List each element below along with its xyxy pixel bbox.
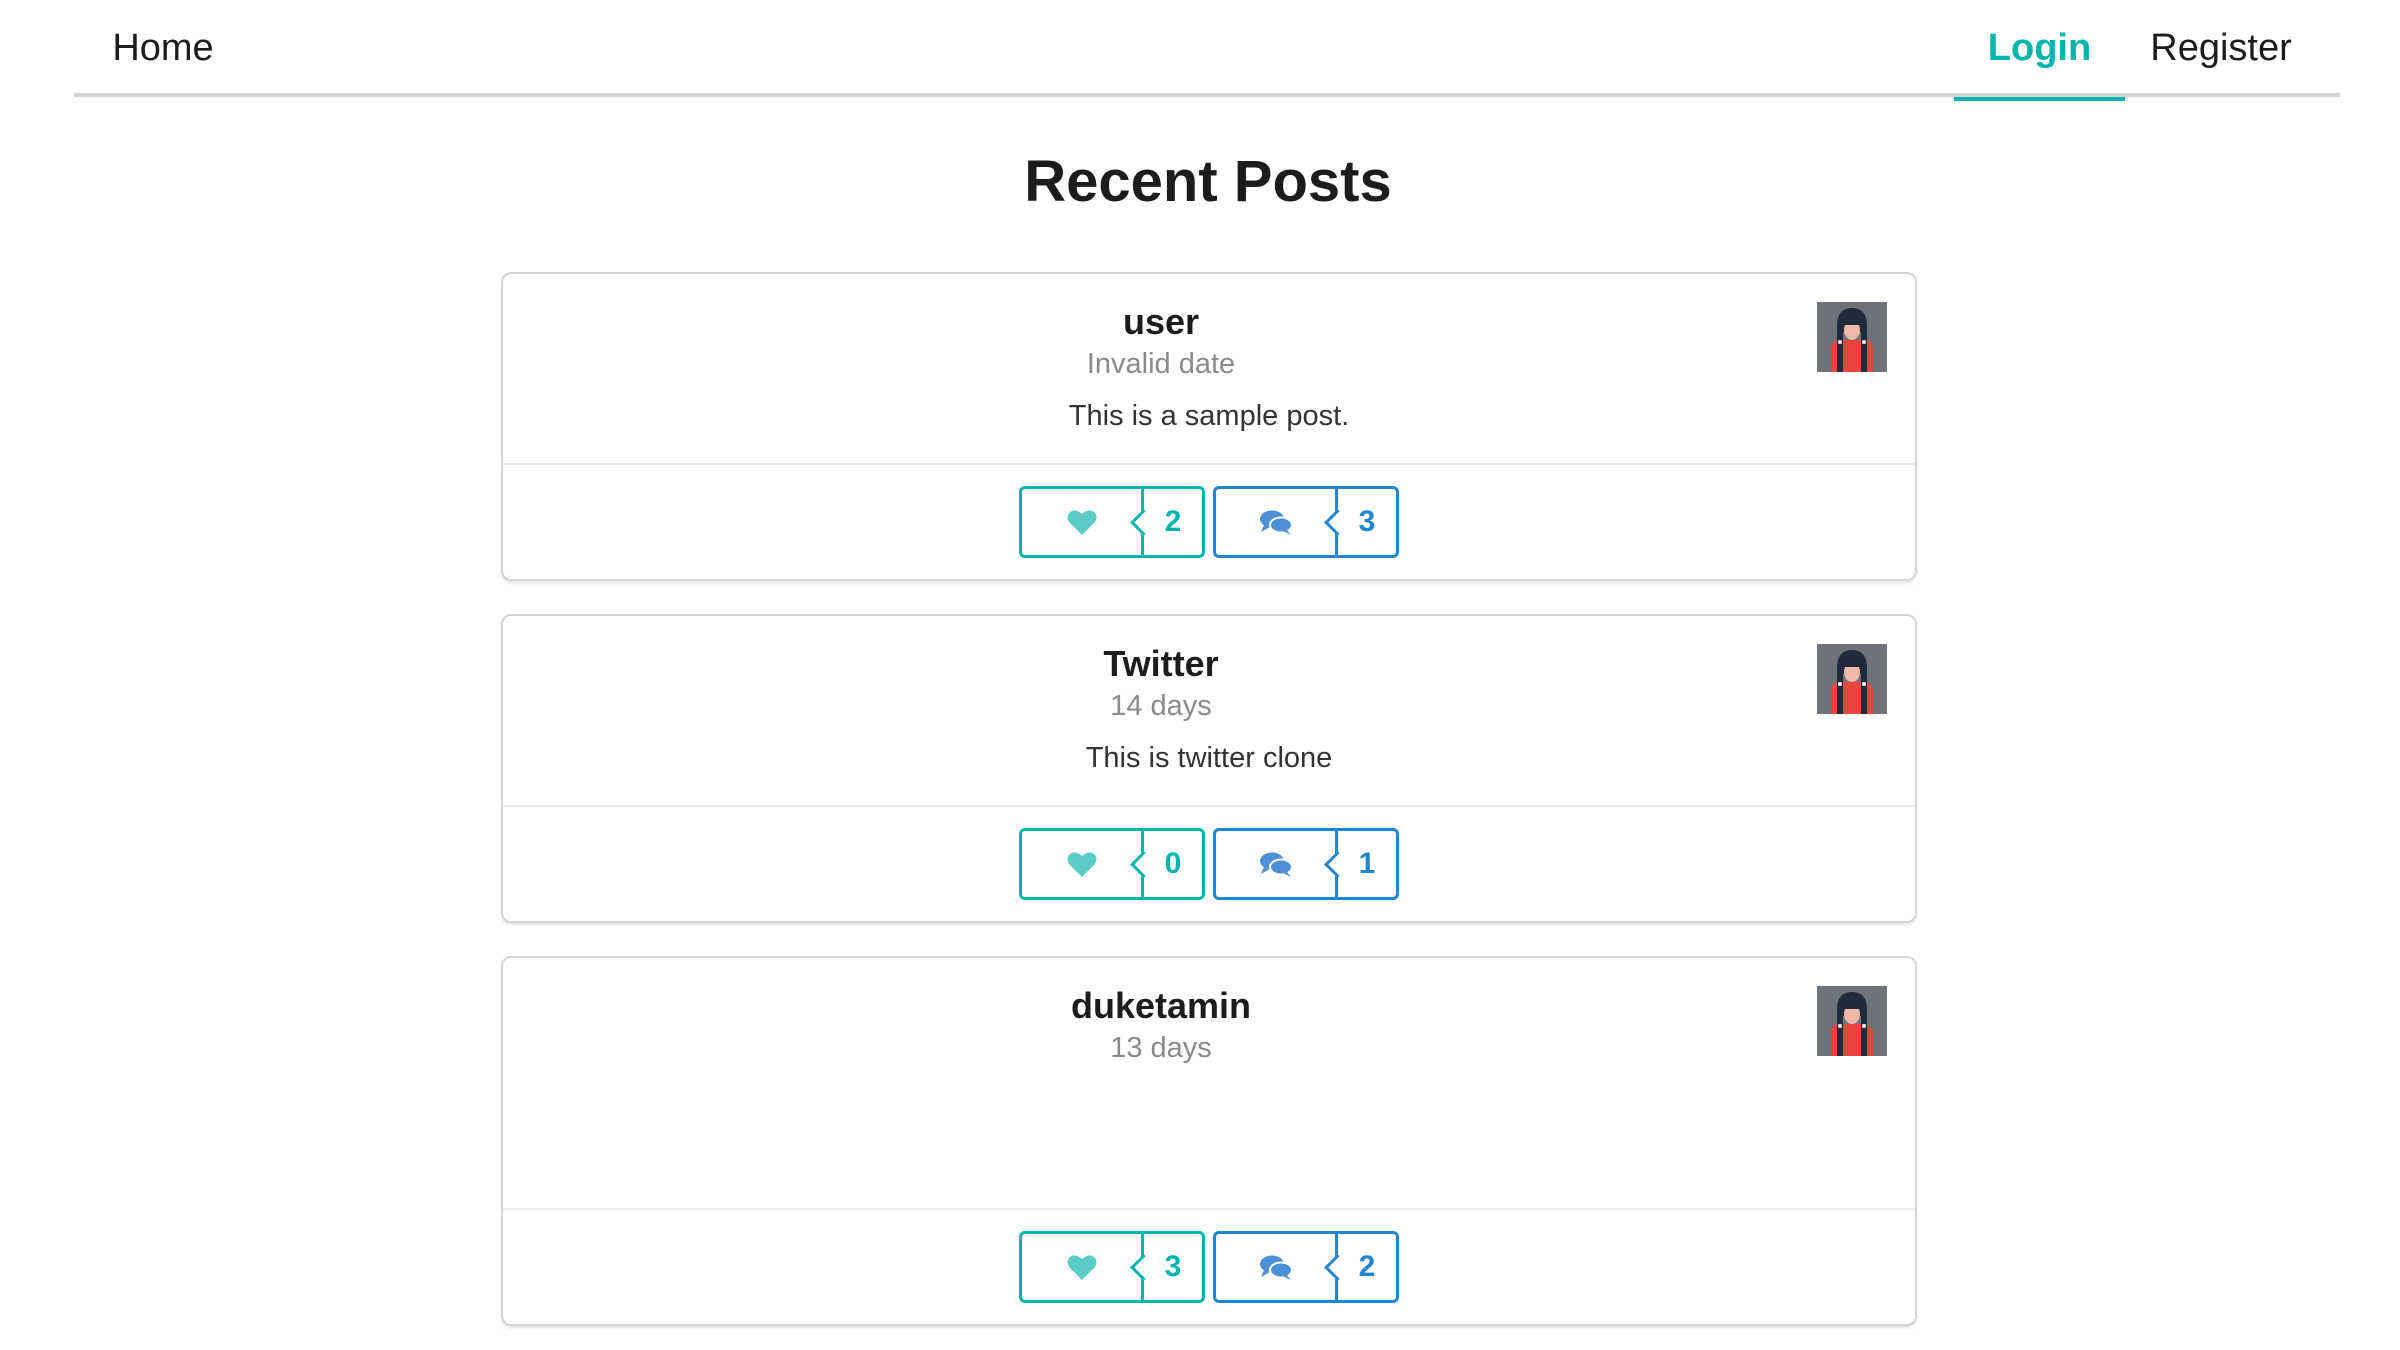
post-actions: 0 1 xyxy=(503,805,1915,921)
post-actions: 2 3 xyxy=(503,463,1915,579)
comment-button-icon-part[interactable] xyxy=(1213,1231,1335,1303)
post-date: 13 days xyxy=(1110,1032,1212,1064)
post-author[interactable]: Twitter xyxy=(407,642,1915,686)
post-feed: user Invalid date This is a sample post.… xyxy=(503,274,1915,1350)
avatar-image xyxy=(1817,644,1887,714)
nav-login-link[interactable]: Login xyxy=(1954,0,2125,101)
comment-count: 1 xyxy=(1335,828,1399,900)
like-button[interactable]: 3 xyxy=(1019,1231,1205,1303)
like-button-icon-part[interactable] xyxy=(1019,486,1141,558)
nav-register-link[interactable]: Register xyxy=(2125,0,2317,97)
comments-icon xyxy=(1259,1255,1293,1280)
like-button[interactable]: 0 xyxy=(1019,828,1205,900)
like-count: 0 xyxy=(1141,828,1205,900)
comments-icon xyxy=(1259,510,1293,535)
heart-icon xyxy=(1067,509,1096,535)
post-card: user Invalid date This is a sample post.… xyxy=(503,274,1915,579)
author-avatar[interactable] xyxy=(1817,986,1887,1056)
nav-home-link[interactable]: Home xyxy=(74,0,252,97)
comment-count: 3 xyxy=(1335,486,1399,558)
like-count: 2 xyxy=(1141,486,1205,558)
post-date: Invalid date xyxy=(1086,348,1236,380)
heart-icon xyxy=(1067,851,1096,877)
comment-button[interactable]: 3 xyxy=(1213,486,1399,558)
avatar-image xyxy=(1817,986,1887,1056)
post-card: Twitter 14 days This is twitter clone 0 xyxy=(503,616,1915,921)
post-description: This is twitter clone xyxy=(1085,742,1333,774)
page: Home Login Register Recent Posts user In… xyxy=(0,0,2400,1350)
comment-button[interactable]: 1 xyxy=(1213,828,1399,900)
comment-button[interactable]: 2 xyxy=(1213,1231,1399,1303)
like-button[interactable]: 2 xyxy=(1019,486,1205,558)
page-title: Recent Posts xyxy=(1024,149,1392,214)
like-count: 3 xyxy=(1141,1231,1205,1303)
like-button-icon-part[interactable] xyxy=(1019,1231,1141,1303)
like-button-icon-part[interactable] xyxy=(1019,828,1141,900)
author-avatar[interactable] xyxy=(1817,644,1887,714)
heart-icon xyxy=(1067,1254,1096,1280)
post-card: duketamin 13 days 3 2 xyxy=(503,958,1915,1324)
post-date: 14 days xyxy=(1110,690,1212,722)
post-author[interactable]: duketamin xyxy=(407,984,1915,1028)
comments-icon xyxy=(1259,852,1293,877)
post-description: This is a sample post. xyxy=(1068,400,1350,432)
avatar-image xyxy=(1817,302,1887,372)
post-actions: 3 2 xyxy=(503,1208,1915,1324)
post-content: duketamin 13 days xyxy=(503,958,1915,1208)
post-content: user Invalid date This is a sample post. xyxy=(503,274,1915,463)
post-author[interactable]: user xyxy=(407,300,1915,344)
top-menu: Home Login Register xyxy=(74,0,2340,101)
comment-count: 2 xyxy=(1335,1231,1399,1303)
comment-button-icon-part[interactable] xyxy=(1213,486,1335,558)
author-avatar[interactable] xyxy=(1817,302,1887,372)
comment-button-icon-part[interactable] xyxy=(1213,828,1335,900)
post-content: Twitter 14 days This is twitter clone xyxy=(503,616,1915,805)
